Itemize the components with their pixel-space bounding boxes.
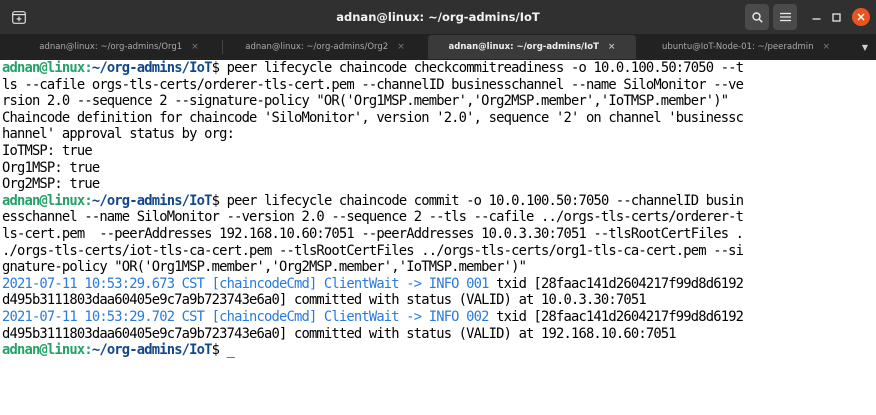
prompt-user-host: adnan@linux: [2,60,93,76]
terminal-line: esschannel --name SiloMonitor --version … [2,209,744,226]
prompt-user-host: adnan@linux: [2,192,93,209]
minimize-button[interactable] [806,4,826,30]
terminal-text: adnan@linux:~/org-admins/IoT$ peer lifec… [2,60,874,359]
command-text: peer lifecycle chaincode checkcommitread… [226,60,744,76]
close-icon[interactable]: × [191,42,199,52]
tab-label: ubuntu@IoT-Node-01: ~/peeradmin [661,42,814,52]
log-message: txid [28faac141d2604217f99d8d6192 [488,308,744,325]
terminal-line: Org2MSP: true [2,176,100,193]
text-cursor: _ [226,342,235,359]
prompt-path: ~/org-admins/IoT [91,342,213,359]
terminal-line: ls-cert.pem --peerAddresses 192.168.10.6… [2,225,744,242]
log-prefix: 2021-07-11 10:53:29.702 CST [chaincodeCm… [2,308,489,325]
tab-label: adnan@linux: ~/org-admins/Org1 [39,42,183,52]
close-icon[interactable]: × [608,42,616,52]
terminal-line: d495b3111803daa60405e9c7a9b723743e6a0] c… [2,292,647,309]
log-prefix: 2021-07-11 10:53:29.673 CST [chaincodeCm… [2,275,489,292]
chevron-down-icon: ▼ [861,42,869,52]
terminal-line: ls --cafile orgs-tls-certs/orderer-tls-c… [2,76,744,93]
terminal-line: adnan@linux:~/org-admins/IoT$ peer lifec… [2,193,874,210]
minimize-icon [812,17,820,20]
terminal-window: adnan@linux: ~/org-admins/IoT adnan@linu… [0,0,876,415]
terminal-line: Chaincode definition for chaincode 'Silo… [2,109,744,126]
close-icon[interactable]: × [397,42,405,52]
tab-label: adnan@linux: ~/org-admins/IoT [448,42,599,52]
terminal-line: IoTMSP: true [2,142,93,159]
terminal-line: hannel' approval status by org: [2,126,235,143]
prompt-symbol: $ [211,60,227,76]
title-bar[interactable]: adnan@linux: ~/org-admins/IoT [0,0,876,34]
maximize-button[interactable] [826,4,846,30]
terminal-line: gnature-policy "OR('Org1MSP.member','Org… [2,259,527,276]
terminal-line: Org1MSP: true [2,159,100,176]
close-icon [857,13,865,21]
search-icon [751,11,763,23]
prompt-path: ~/org-admins/IoT [91,192,213,209]
terminal-output[interactable]: adnan@linux:~/org-admins/IoT$ peer lifec… [0,60,876,415]
prompt-path: ~/org-admins/IoT [91,60,213,76]
terminal-line: 2021-07-11 10:53:29.673 CST [chaincodeCm… [2,276,874,293]
terminal-line: 2021-07-11 10:53:29.702 CST [chaincodeCm… [2,309,874,326]
terminal-line: ./orgs-tls-certs/iot-tls-ca-cert.pem --t… [2,242,744,259]
terminal-line: adnan@linux:~/org-admins/IoT$ peer lifec… [2,60,874,77]
log-message: txid [28faac141d2604217f99d8d6192 [488,275,744,292]
menu-button[interactable] [773,4,797,30]
close-button[interactable] [852,8,870,26]
prompt-symbol: $ [211,192,227,209]
command-text: peer lifecycle chaincode commit -o 10.0.… [226,192,744,209]
tab-list-dropdown[interactable]: ▼ [856,35,874,59]
prompt-symbol: $ [211,342,227,359]
search-button[interactable] [745,4,769,30]
terminal-line: d495b3111803daa60405e9c7a9b723743e6a0] c… [2,325,677,342]
hamburger-menu-icon [779,12,791,22]
terminal-line: adnan@linux:~/org-admins/IoT$ _ [2,342,874,359]
tab-label: adnan@linux: ~/org-admins/Org2 [245,42,389,52]
tab-org1[interactable]: adnan@linux: ~/org-admins/Org1 × [16,35,222,59]
tab-bar: adnan@linux: ~/org-admins/Org1 × adnan@l… [0,34,876,60]
tab-iot-node-01[interactable]: ubuntu@IoT-Node-01: ~/peeradmin × [636,35,856,59]
maximize-icon [831,12,841,22]
prompt-user-host: adnan@linux: [2,342,93,359]
tab-iot[interactable]: adnan@linux: ~/org-admins/IoT × [428,35,636,59]
tab-org2[interactable]: adnan@linux: ~/org-admins/Org2 × [222,35,428,59]
close-icon[interactable]: × [823,42,831,52]
terminal-line: rsion 2.0 --sequence 2 --signature-polic… [2,93,729,110]
